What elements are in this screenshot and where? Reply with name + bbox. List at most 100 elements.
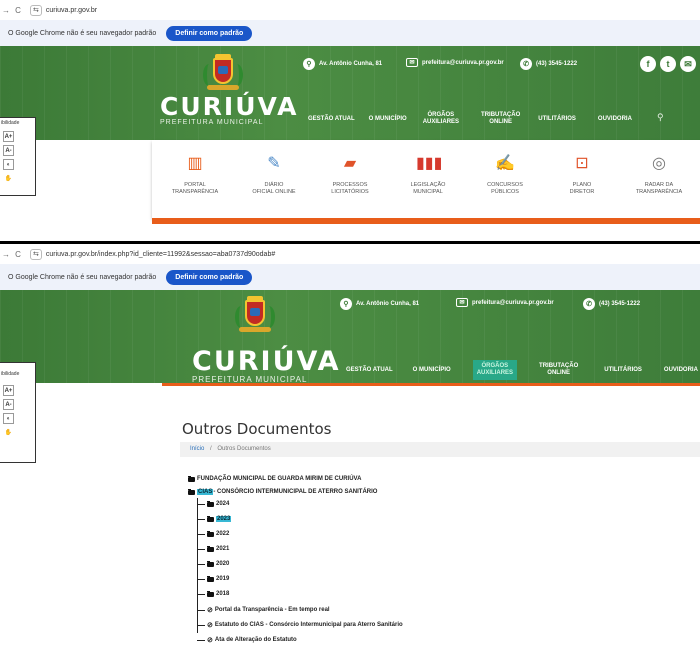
main-menu: GESTÃO ATUAL O MUNICÍPIO ÓRGÃOS AUXILIAR… (308, 112, 632, 126)
tree-year-2023[interactable]: 2023 (197, 514, 232, 524)
sign-language-icon[interactable]: ✋ (3, 427, 14, 438)
quick-link-plano-diretor[interactable]: ⊡ PLANO DIRETOR (542, 140, 622, 196)
menu-tributacao-online[interactable]: TRIBUTAÇÃO ONLINE (539, 363, 578, 377)
screenshot-home: → C ⇆ curiuva.pr.gov.br O Google Chrome … (0, 0, 700, 241)
breadcrumb-home-link[interactable]: Início (190, 446, 204, 452)
tree-item-label: FUNDAÇÃO MUNICIPAL DE GUARDA MIRIM DE CU… (197, 476, 362, 482)
accessibility-widget: ibilidade A+ A- ◐ ✋ (0, 362, 36, 463)
folder-icon (207, 560, 214, 567)
quick-link-processos-licitatorios[interactable]: ▰ PROCESSOS LICITATÓRIOS (310, 140, 390, 196)
location-pin-icon: ⚲ (303, 58, 315, 70)
social-links: f t ✉ (636, 56, 696, 72)
set-default-button[interactable]: Definir como padrão (166, 269, 253, 285)
menu-gestao-atual[interactable]: GESTÃO ATUAL (346, 367, 393, 374)
font-decrease-button[interactable]: A- (3, 399, 14, 410)
menu-utilitarios[interactable]: UTILITÁRIOS (604, 367, 642, 374)
email-contact[interactable]: ✉ prefeitura@curiuva.pr.gov.br (406, 58, 504, 67)
sign-language-icon[interactable]: ✋ (3, 173, 14, 184)
brand-name: CURIÚVA (160, 92, 299, 121)
menu-orgaos-auxiliares[interactable]: ÓRGÃOS AUXILIARES (423, 112, 459, 126)
screenshot-documents: → C ⇆ curiuva.pr.gov.br/index.php?id_cli… (0, 244, 700, 646)
breadcrumb-current: Outros Documentos (217, 446, 271, 452)
folder-icon (188, 488, 195, 495)
coat-of-arms-logo[interactable] (203, 54, 243, 90)
tree-year-2024[interactable]: 2024 (197, 499, 229, 509)
page-content (0, 385, 700, 646)
forward-icon[interactable]: → (0, 6, 12, 15)
main-menu: GESTÃO ATUAL O MUNICÍPIO ÓRGÃOS AUXILIAR… (346, 360, 698, 381)
site-settings-icon[interactable]: ⇆ (30, 4, 42, 16)
folder-icon (207, 590, 214, 597)
tree-link-portal-transparencia[interactable]: ⊘ Portal da Transparência - Em tempo rea… (197, 605, 330, 615)
menu-utilitarios[interactable]: UTILITÁRIOS (538, 116, 576, 123)
twitter-icon[interactable]: t (660, 56, 676, 72)
font-increase-button[interactable]: A+ (3, 385, 14, 396)
tree-year-label: 2021 (216, 546, 230, 552)
tree-year-2019[interactable]: 2019 (197, 574, 229, 584)
contrast-icon[interactable]: ◐ (3, 159, 14, 170)
bar-chart-icon: ▥ (187, 155, 203, 172)
quick-link-portal-transparencia[interactable]: ▥ PORTAL TRANSPARÊNCIA (155, 140, 235, 196)
forward-icon[interactable]: → (0, 250, 12, 259)
reload-icon[interactable]: C (12, 6, 24, 15)
address-text: Av. Antônio Cunha, 81 (356, 301, 420, 307)
brand-logo[interactable]: CURIÚVA PREFEITURA MUNICIPAL (192, 348, 340, 383)
accessibility-label: ibilidade (1, 120, 20, 126)
search-icon[interactable]: ⚲ (657, 112, 664, 123)
accent-bar (162, 383, 700, 386)
quick-link-diario-oficial[interactable]: ✎ DIÁRIO OFICIAL ONLINE (234, 140, 314, 196)
menu-gestao-atual[interactable]: GESTÃO ATUAL (308, 116, 355, 123)
mail-social-icon[interactable]: ✉ (680, 56, 696, 72)
accessibility-label: ibilidade (1, 371, 20, 377)
site-settings-icon[interactable]: ⇆ (30, 248, 42, 260)
tree-year-2021[interactable]: 2021 (197, 544, 229, 554)
quick-link-concursos-publicos[interactable]: ✍ CONCURSOS PÚBLICOS (465, 140, 545, 196)
menu-ouvidoria[interactable]: OUVIDORIA (664, 367, 698, 374)
quick-link-radar-transparencia[interactable]: ◎ RADAR DA TRANSPARÊNCIA (619, 140, 699, 196)
facebook-icon[interactable]: f (640, 56, 656, 72)
email-contact[interactable]: ✉ prefeitura@curiuva.pr.gov.br (456, 298, 554, 307)
menu-o-municipio[interactable]: O MUNICÍPIO (369, 116, 407, 123)
url-text[interactable]: curiuva.pr.gov.br/index.php?id_cliente=1… (46, 251, 275, 258)
tree-link-estatuto-cias[interactable]: ⊘ Estatuto do CIAS - Consórcio Intermuni… (197, 620, 403, 630)
folder-icon: ▰ (343, 155, 357, 172)
menu-orgaos-auxiliares[interactable]: ÓRGÃOS AUXILIARES (472, 360, 518, 381)
address-contact[interactable]: ⚲ Av. Antônio Cunha, 81 (340, 298, 419, 310)
tree-year-2022[interactable]: 2022 (197, 529, 229, 539)
accent-bar (152, 218, 700, 224)
brand-logo[interactable]: CURIÚVA PREFEITURA MUNICIPAL (160, 94, 299, 126)
tree-item-guarda-mirim[interactable]: FUNDAÇÃO MUNICIPAL DE GUARDA MIRIM DE CU… (188, 474, 361, 484)
menu-tributacao-online[interactable]: TRIBUTAÇÃO ONLINE (481, 112, 520, 126)
contrast-icon[interactable]: ◐ (3, 413, 14, 424)
tree-item-cias[interactable]: CIAS - CONSÓRCIO INTERMUNICIPAL DE ATERR… (188, 487, 377, 497)
coat-of-arms-logo[interactable] (235, 296, 275, 332)
tree-year-label: 2019 (216, 576, 230, 582)
folder-icon (207, 500, 214, 507)
edit-document-icon: ✎ (267, 155, 281, 172)
phone-contact[interactable]: ✆ (43) 3545-1222 (520, 58, 577, 70)
font-decrease-button[interactable]: A- (3, 145, 14, 156)
quick-link-legislacao-municipal[interactable]: ▮▮▮ LEGISLAÇÃO MUNICIPAL (388, 140, 468, 196)
set-default-button[interactable]: Definir como padrão (166, 25, 253, 41)
tree-link-ata-alteracao[interactable]: ⊘ Ata de Alteração do Estatuto (197, 635, 297, 645)
folder-icon (207, 530, 214, 537)
menu-o-municipio[interactable]: O MUNICÍPIO (413, 367, 451, 374)
menu-ouvidoria[interactable]: OUVIDORIA (598, 116, 632, 123)
infobar-message: O Google Chrome não é seu navegador padr… (8, 29, 157, 37)
url-text[interactable]: curiuva.pr.gov.br (46, 7, 97, 14)
font-increase-button[interactable]: A+ (3, 131, 14, 142)
tree-year-2020[interactable]: 2020 (197, 559, 229, 569)
folder-icon (207, 515, 214, 522)
infobar-message: O Google Chrome não é seu navegador padr… (8, 273, 157, 281)
email-text: prefeitura@curiuva.pr.gov.br (422, 59, 504, 66)
email-text: prefeitura@curiuva.pr.gov.br (472, 299, 554, 306)
folder-icon (207, 575, 214, 582)
tree-year-label-selected: 2023 (216, 516, 232, 522)
tree-link-label: Estatuto do CIAS - Consórcio Intermunici… (214, 622, 403, 628)
phone-contact[interactable]: ✆ (43) 3545-1222 (583, 298, 640, 310)
address-contact[interactable]: ⚲ Av. Antônio Cunha, 81 (303, 58, 382, 70)
tree-year-2018[interactable]: 2018 (197, 589, 229, 599)
address-text: Av. Antônio Cunha, 81 (319, 61, 383, 67)
reload-icon[interactable]: C (12, 250, 24, 259)
location-pin-icon: ⚲ (340, 298, 352, 310)
